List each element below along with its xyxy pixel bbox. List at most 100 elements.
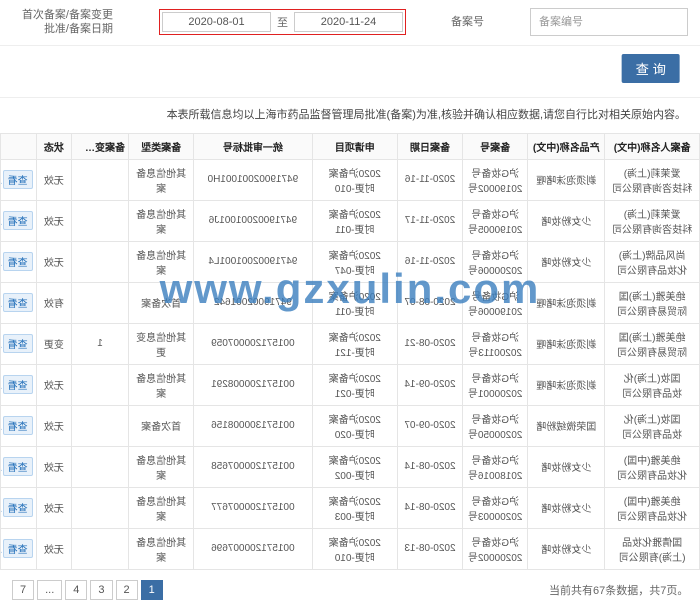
cell: 绝美雅(上海)国 际贸易有限公司 xyxy=(605,282,700,323)
page-button[interactable]: 4 xyxy=(65,580,87,600)
date-sep: 至 xyxy=(271,14,294,30)
cell xyxy=(72,528,129,569)
query-button[interactable]: 查 询 xyxy=(622,54,680,83)
view-button[interactable]: 查看 xyxy=(3,252,33,271)
date-label: 首次备案/备案变更 批准/备案日期 xyxy=(12,8,123,37)
cell: 001571200007658 xyxy=(194,446,312,487)
cell xyxy=(72,364,129,405)
column-header: 备案变更次数 xyxy=(72,133,129,159)
cell xyxy=(72,282,129,323)
cell: 2020-08-07 xyxy=(397,282,462,323)
cell: 查看 xyxy=(1,405,37,446)
table-row: 爱茉莉(上海) 科技咨询有限公司剃须泡沫啫喱沪G妆备号 20190002号202… xyxy=(1,159,700,200)
view-button[interactable]: 查看 xyxy=(3,457,33,476)
cell: 2020沪备案 时更-011 xyxy=(312,282,397,323)
view-button[interactable]: 查看 xyxy=(3,293,33,312)
cell: 无效 xyxy=(36,159,72,200)
cell: 查看 xyxy=(1,282,37,323)
cell: 2020-08-13 xyxy=(397,528,462,569)
description-note: 本表所载信息均以上海市药品监督管理局批准(备案)为准,核验并确认相应数据,请您自… xyxy=(0,98,700,133)
view-button[interactable]: 查看 xyxy=(3,170,33,189)
cell: 剃须泡沫啫喱 xyxy=(528,159,605,200)
cell: 2020沪备案 时更-010 xyxy=(312,528,397,569)
cell: 2020沪备案 时更-121 xyxy=(312,323,397,364)
cell: 剃须泡沫啫喱 xyxy=(528,323,605,364)
view-button[interactable]: 查看 xyxy=(3,375,33,394)
cell: 无效 xyxy=(36,487,72,528)
view-button[interactable]: 查看 xyxy=(3,211,33,230)
cell: 绝美雅(中国) 化妆品有限公司 xyxy=(605,446,700,487)
cell: 查看 xyxy=(1,446,37,487)
date-to-input[interactable]: 2020-11-24 xyxy=(294,12,403,32)
cell xyxy=(72,487,129,528)
cell: 沪G妆备号 20190005号 xyxy=(463,200,528,241)
page-button[interactable]: 1 xyxy=(141,580,163,600)
cell: 001571200007059 xyxy=(194,323,312,364)
cell: 少女粉妆啫 xyxy=(528,528,605,569)
cell: 94719002001001L4 xyxy=(194,241,312,282)
view-button[interactable]: 查看 xyxy=(3,498,33,517)
cell: 爱茉莉(上海) 科技咨询有限公司 xyxy=(605,200,700,241)
cell: 国倩雅化妆品 (上海)有限公司 xyxy=(605,528,700,569)
cell: 查看 xyxy=(1,200,37,241)
column-header: 备案号 xyxy=(463,133,528,159)
cell: 查看 xyxy=(1,241,37,282)
table-row: 国倩雅化妆品 (上海)有限公司少女粉妆啫沪G妆备号 20200002号2020-… xyxy=(1,528,700,569)
cell: 其他信息变更 xyxy=(129,323,194,364)
cell: 2020沪备案 时更-002 xyxy=(312,446,397,487)
page-button[interactable]: 3 xyxy=(90,580,112,600)
cell xyxy=(72,446,129,487)
cell: 其他信息备案 xyxy=(129,159,194,200)
cell: 1 xyxy=(72,323,129,364)
cell: 2020-08-21 xyxy=(397,323,462,364)
column-header: 状态 xyxy=(36,133,72,159)
cell xyxy=(72,405,129,446)
cell: 国荣微绒粉啫 xyxy=(528,405,605,446)
page-button[interactable]: ... xyxy=(37,580,62,600)
cell: 001571200007677 xyxy=(194,487,312,528)
cell: 查看 xyxy=(1,487,37,528)
cell: 首次备案 xyxy=(129,405,194,446)
cell xyxy=(72,159,129,200)
cell: 2020-11-16 xyxy=(397,159,462,200)
cell: 查看 xyxy=(1,323,37,364)
column-header: 统一审批标号 xyxy=(194,133,312,159)
cell: 尚风品牌(上海) 化妆品有限公司 xyxy=(605,241,700,282)
page-button[interactable]: 7 xyxy=(12,580,34,600)
cell: 沪G妆备号 20200003号 xyxy=(463,487,528,528)
cell: 无效 xyxy=(36,446,72,487)
cell xyxy=(72,200,129,241)
cell: 94719002001642 xyxy=(194,282,312,323)
table-row: 绝美雅(中国) 化妆品有限公司少女粉妆啫沪G妆备号 20200003号2020-… xyxy=(1,487,700,528)
cell: 少女粉妆啫 xyxy=(528,241,605,282)
page-button[interactable]: 2 xyxy=(116,580,138,600)
view-button[interactable]: 查看 xyxy=(3,416,33,435)
cell: 2020沪备案 时更-020 xyxy=(312,405,397,446)
cell: 其他信息备案 xyxy=(129,241,194,282)
date-from-input[interactable]: 2020-08-01 xyxy=(162,12,271,32)
cell: 2020-09-14 xyxy=(397,364,462,405)
cell: 沪G妆备号 20190006号 xyxy=(463,282,528,323)
cell: 国妆(上海)化 妆品有限公司 xyxy=(605,364,700,405)
cell: 少女粉妆啫 xyxy=(528,200,605,241)
view-button[interactable]: 查看 xyxy=(3,539,33,558)
pager: 1234...7 xyxy=(12,580,163,600)
cell: 001571300008156 xyxy=(194,405,312,446)
cell: 2020-08-14 xyxy=(397,446,462,487)
table-row: 绝美雅(上海)国 际贸易有限公司剃须泡沫啫喱沪G妆备号 20200113号202… xyxy=(1,323,700,364)
results-table: 备案人名称(中文)产品名称(中文)备案号备案日期申请项目统一审批标号备案类型备案… xyxy=(0,133,700,570)
table-row: 绝美雅(中国) 化妆品有限公司少女粉妆啫沪G妆备号 20180016号2020-… xyxy=(1,446,700,487)
table-row: 国妆(上海)化 妆品有限公司国荣微绒粉啫沪G妆备号 20200050号2020-… xyxy=(1,405,700,446)
cell: 查看 xyxy=(1,159,37,200)
cell: 2020-08-14 xyxy=(397,487,462,528)
cell: 剃须泡沫啫喱 xyxy=(528,364,605,405)
table-row: 国妆(上海)化 妆品有限公司剃须泡沫啫喱沪G妆备号 20200001号2020-… xyxy=(1,364,700,405)
cell: 2020沪备案 时更-021 xyxy=(312,364,397,405)
cell: 爱茉莉(上海) 科技咨询有限公司 xyxy=(605,159,700,200)
cell: 查看 xyxy=(1,528,37,569)
column-header: 备案人名称(中文) xyxy=(605,133,700,159)
cell: 沪G妆备号 20180016号 xyxy=(463,446,528,487)
cell: 无效 xyxy=(36,241,72,282)
keyword-input[interactable]: 备案编号 xyxy=(530,8,688,36)
view-button[interactable]: 查看 xyxy=(3,334,33,353)
